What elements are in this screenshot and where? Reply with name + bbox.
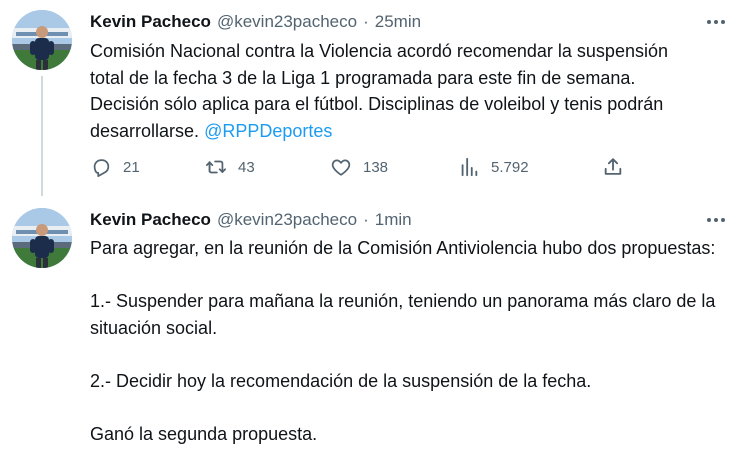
reply-button[interactable]: 21 (90, 152, 140, 182)
tweet-header: Kevin Pacheco @kevin23pacheco · 1min (90, 209, 412, 231)
views-count: 5.792 (491, 158, 529, 176)
tweet-paragraph: 2.- Decidir hoy la recomendación de la s… (90, 370, 592, 391)
reply-count: 21 (123, 158, 140, 176)
retweet-count: 43 (238, 158, 255, 176)
tweet-paragraph: 1.- Suspender para mañana la reunión, te… (90, 291, 716, 338)
tweet-header: Kevin Pacheco @kevin23pacheco · 25min (90, 11, 421, 33)
heart-icon (331, 159, 351, 176)
like-button[interactable]: 138 (330, 152, 388, 182)
author-name[interactable]: Kevin Pacheco (90, 12, 211, 32)
tweet-text-line: Comisión Nacional contra la Violencia ac… (90, 41, 668, 61)
tweet-thread: Kevin Pacheco @kevin23pacheco · 25min Co… (0, 0, 740, 471)
author-handle[interactable]: @kevin23pacheco (217, 210, 357, 230)
more-options-icon[interactable] (702, 209, 730, 231)
analytics-icon (461, 157, 478, 177)
tweet-paragraph: Ganó la segunda propuesta. (90, 423, 318, 444)
tweet-timestamp[interactable]: 1min (375, 210, 412, 230)
tweet[interactable]: Kevin Pacheco @kevin23pacheco · 1min Par… (0, 200, 740, 471)
tweet-text-line: desarrollarse. @RPPDeportes (90, 118, 730, 145)
tweet-paragraph: Para agregar, en la reunión de la Comisi… (90, 238, 716, 258)
tweet-text-line: total de la fecha 3 de la Liga 1 program… (90, 67, 636, 88)
avatar[interactable] (12, 10, 72, 70)
views-button[interactable]: 5.792 (458, 152, 529, 182)
like-count: 138 (363, 158, 389, 176)
mention-link[interactable]: @RPPDeportes (204, 121, 332, 141)
profile-photo-icon (12, 208, 72, 268)
tweet-timestamp[interactable]: 25min (375, 12, 421, 32)
tweet-text: Comisión Nacional contra la Violencia ac… (90, 38, 730, 144)
avatar[interactable] (12, 208, 72, 268)
author-name[interactable]: Kevin Pacheco (90, 210, 211, 230)
reply-icon (93, 159, 110, 178)
share-icon (604, 158, 622, 175)
share-button[interactable] (602, 152, 624, 182)
separator-dot: · (363, 210, 369, 229)
tweet-text-line: Decisión sólo aplica para el fútbol. Dis… (90, 94, 664, 114)
tweet[interactable]: Kevin Pacheco @kevin23pacheco · 25min Co… (0, 0, 740, 200)
thread-connector-line (41, 76, 43, 196)
tweet-actions: 21 43 138 5.792 (90, 152, 630, 182)
more-options-icon[interactable] (702, 11, 730, 33)
retweet-icon (205, 160, 227, 174)
tweet-text-fragment: desarrollarse. (90, 120, 200, 141)
profile-photo-icon (12, 10, 72, 70)
author-handle[interactable]: @kevin23pacheco (217, 12, 357, 32)
retweet-button[interactable]: 43 (205, 152, 255, 182)
tweet-text: Para agregar, en la reunión de la Comisi… (90, 235, 730, 447)
separator-dot: · (363, 12, 369, 31)
